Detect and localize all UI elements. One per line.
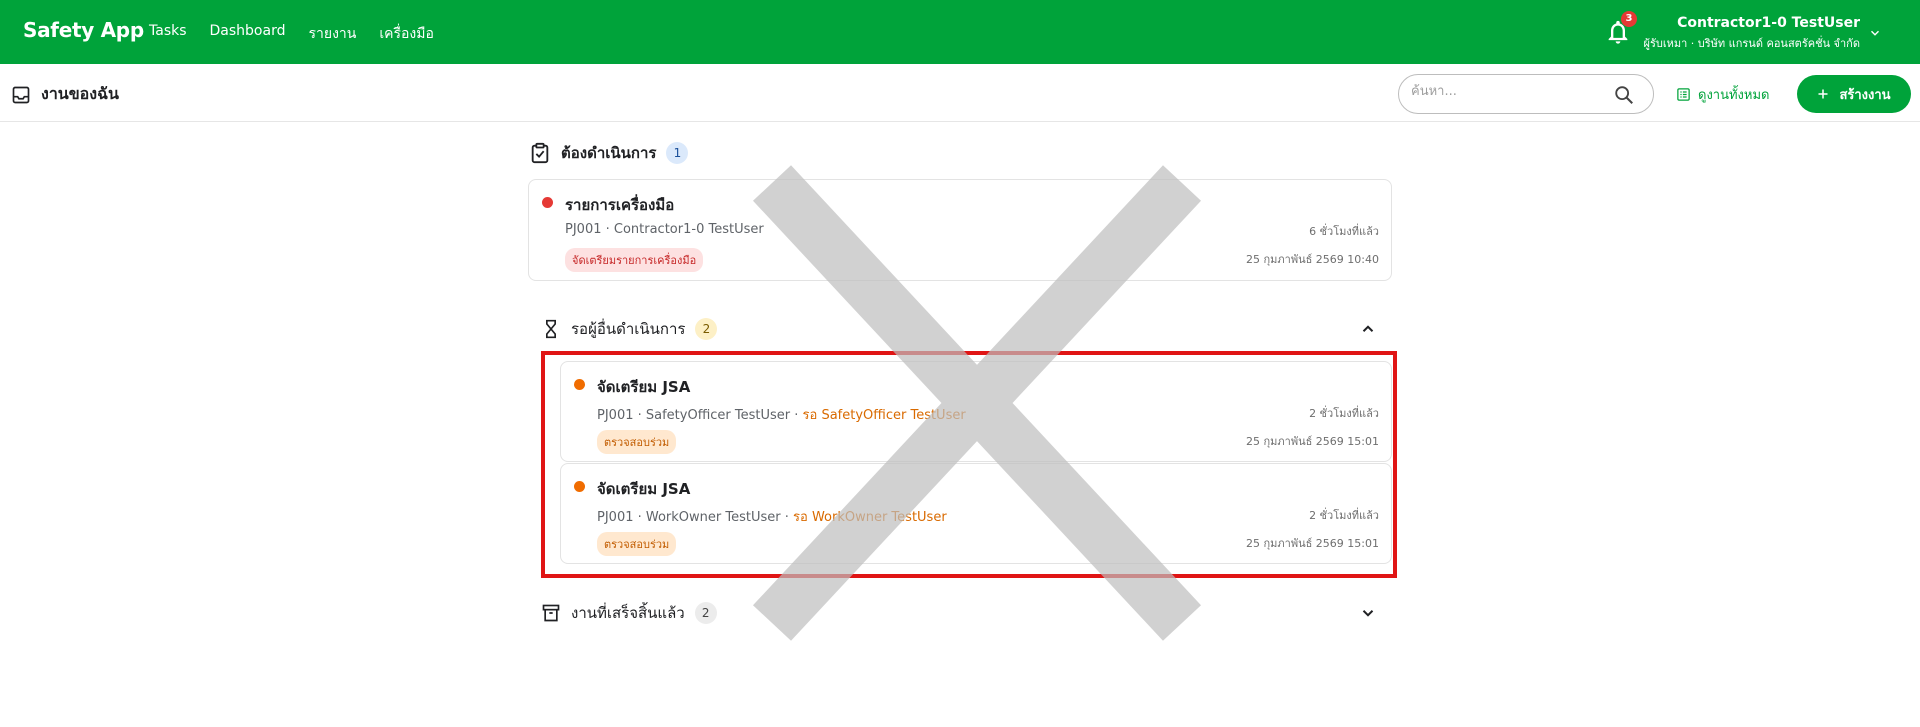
task-meta-text: PJ001 · SafetyOfficer TestUser ·: [597, 408, 803, 423]
task-relative-time: 2 ชั่วโมงที่แล้ว: [1309, 407, 1379, 420]
task-title: รายการเครื่องมือ: [565, 196, 675, 214]
main-nav: Tasks Dashboard รายงาน เครื่องมือ: [149, 23, 457, 45]
notification-badge: 3: [1621, 11, 1637, 27]
status-dot: [574, 481, 585, 492]
task-title: จัดเตรียม JSA: [597, 378, 691, 396]
status-badge: ตรวจสอบร่วม: [597, 532, 677, 556]
archive-icon: [542, 604, 560, 622]
section-todo-header: ต้องดำเนินการ 1: [529, 141, 689, 165]
task-relative-time: 2 ชั่วโมงที่แล้ว: [1309, 509, 1379, 522]
hourglass-icon: [546, 319, 556, 339]
task-meta: PJ001 · SafetyOfficer TestUser · รอ Safe…: [597, 404, 966, 425]
view-all-label: ดูงานทั้งหมด: [1698, 88, 1770, 103]
inbox-icon: [12, 86, 30, 103]
section-todo-count: 1: [666, 142, 689, 164]
task-relative-time: 6 ชั่วโมงที่แล้ว: [1309, 225, 1379, 238]
nav-tools[interactable]: เครื่องมือ: [379, 23, 434, 45]
nav-tasks[interactable]: Tasks: [149, 23, 187, 45]
nav-dashboard[interactable]: Dashboard: [210, 23, 286, 45]
search-input[interactable]: [1411, 84, 1611, 99]
task-datetime: 25 กุมภาพันธ์ 2569 15:01: [1245, 537, 1379, 550]
section-done-count: 2: [694, 602, 717, 624]
status-dot: [574, 379, 585, 390]
plus-icon: [1818, 89, 1828, 99]
create-task-button[interactable]: สร้างงาน: [1797, 75, 1911, 113]
page-title-group: งานของฉัน: [11, 82, 119, 107]
brand-logo[interactable]: Safety App: [23, 18, 144, 42]
page-header: งานของฉัน ดูงานทั้งหมด สร้างงาน: [0, 64, 1920, 122]
task-datetime: 25 กุมภาพันธ์ 2569 10:40: [1245, 253, 1379, 266]
list-icon: [1677, 88, 1690, 101]
user-name: Contractor1-0 TestUser: [1677, 15, 1860, 31]
section-waiting-label: รอผู้อื่นดำเนินการ: [571, 320, 686, 338]
status-dot: [542, 197, 553, 208]
waiting-for: รอ WorkOwner TestUser: [793, 510, 947, 525]
app-bar: Safety App Tasks Dashboard รายงาน เครื่อ…: [0, 0, 1920, 64]
waiting-for: รอ SafetyOfficer TestUser: [802, 408, 966, 423]
user-org: ผู้รับเหมา · บริษัท แกรนด์ คอนสตรัคชั่น …: [1643, 37, 1861, 50]
task-card[interactable]: รายการเครื่องมือ PJ001 · Contractor1-0 T…: [528, 179, 1392, 281]
task-card[interactable]: จัดเตรียม JSA PJ001 · WorkOwner TestUser…: [560, 463, 1392, 564]
section-todo-label: ต้องดำเนินการ: [561, 144, 657, 162]
view-all-link[interactable]: ดูงานทั้งหมด: [1676, 84, 1769, 105]
search-icon[interactable]: [1613, 84, 1635, 106]
section-done-header[interactable]: งานที่เสร็จสิ้นแล้ว 2: [541, 601, 717, 625]
task-meta-text: PJ001 · WorkOwner TestUser ·: [597, 510, 794, 525]
task-datetime: 25 กุมภาพันธ์ 2569 15:01: [1245, 435, 1379, 448]
chevron-up-icon[interactable]: [1359, 320, 1377, 338]
chevron-down-icon[interactable]: [1359, 604, 1377, 622]
page-title: งานของฉัน: [41, 84, 119, 103]
section-waiting-count: 2: [695, 318, 718, 340]
task-card[interactable]: จัดเตรียม JSA PJ001 · SafetyOfficer Test…: [560, 361, 1392, 462]
nav-reports[interactable]: รายงาน: [308, 23, 356, 45]
search-box: [1398, 74, 1654, 114]
chevron-down-icon[interactable]: [1868, 26, 1882, 40]
status-badge: จัดเตรียมรายการเครื่องมือ: [565, 248, 704, 272]
status-badge: ตรวจสอบร่วม: [597, 430, 677, 454]
user-menu[interactable]: Contractor1-0 TestUser ผู้รับเหมา · บริษ…: [1644, 15, 1861, 52]
section-waiting-header[interactable]: รอผู้อื่นดำเนินการ 2: [541, 317, 718, 341]
section-done-label: งานที่เสร็จสิ้นแล้ว: [571, 604, 685, 622]
task-title: จัดเตรียม JSA: [597, 480, 691, 498]
task-meta: PJ001 · WorkOwner TestUser · รอ WorkOwne…: [597, 506, 947, 527]
create-task-label: สร้างงาน: [1839, 86, 1891, 102]
task-meta: PJ001 · Contractor1-0 TestUser: [565, 222, 764, 237]
clipboard-check-icon: [531, 142, 549, 164]
